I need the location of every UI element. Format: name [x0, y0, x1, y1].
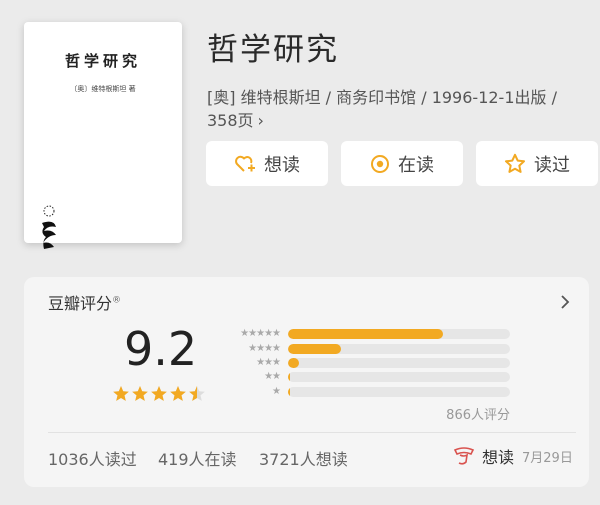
read-label: 读过 — [534, 154, 570, 176]
want-to-read-button[interactable]: 想读 — [206, 141, 328, 186]
breakdown-stars-3: ★★★ — [222, 357, 281, 369]
want-count[interactable]: 3721人想读 — [259, 446, 348, 470]
my-status-date: 7月29日 — [522, 450, 573, 466]
breakdown-stars-1: ★ — [222, 386, 281, 398]
breakdown-bar-2 — [288, 372, 510, 382]
cover-author: 〔奥〕维特根斯坦 著 — [70, 85, 136, 93]
publisher-logo-icon — [42, 205, 56, 249]
rating-stars — [112, 385, 206, 402]
reading-button[interactable]: 在读 — [341, 141, 463, 186]
reading-count[interactable]: 419人在读 — [158, 446, 237, 470]
star-icon — [113, 386, 129, 401]
cover-title: 哲学研究 — [64, 52, 141, 70]
small-star-icons: ★★ — [264, 371, 281, 382]
target-icon — [371, 154, 389, 173]
breakdown-bar-1 — [288, 387, 510, 397]
registered-mark: ® — [112, 295, 122, 306]
divider — [48, 432, 576, 433]
star-icon — [189, 386, 205, 401]
rating-score: 9.2 — [124, 322, 198, 376]
my-status-label: 想读 — [482, 448, 515, 467]
breakdown-stars-2: ★★ — [222, 371, 281, 383]
rating-heading-text: 豆瓣评分 — [48, 294, 113, 313]
book-title: 哲学研究 — [207, 32, 339, 68]
book-meta[interactable]: [奥] 维特根斯坦 / 商务印书馆 / 1996-12-1出版 / 358页 › — [207, 86, 587, 132]
small-star-icons: ★★★ — [256, 357, 281, 368]
heart-plus-icon — [235, 155, 255, 172]
reading-label: 在读 — [398, 154, 434, 176]
page-count: 358页 — [207, 111, 254, 130]
star-icon — [151, 386, 167, 401]
breakdown-bar-4 — [288, 344, 510, 354]
star-icon — [132, 386, 148, 401]
meta-line-2: 358页 › — [207, 109, 587, 132]
want-to-read-label: 想读 — [264, 154, 300, 176]
breakdown-bar-fill — [288, 358, 300, 368]
book-cover[interactable]: 哲学研究 〔奥〕维特根斯坦 著 — [24, 22, 182, 249]
small-star-icons: ★★★★ — [248, 343, 281, 354]
breakdown-stars-5: ★★★★★ — [222, 328, 281, 340]
stamp-icon — [453, 447, 475, 465]
breakdown-bar-3 — [288, 358, 510, 368]
my-status[interactable]: 想读 7月29日 — [452, 444, 573, 468]
breakdown-bar-fill — [288, 344, 342, 354]
breakdown-bar-5 — [288, 329, 510, 339]
chevron-right-icon[interactable] — [560, 294, 570, 310]
small-star-icons: ★★★★★ — [240, 328, 281, 339]
chevron-right-icon: › — [257, 111, 264, 130]
read-button[interactable]: 读过 — [476, 141, 598, 186]
star-icon — [170, 386, 186, 401]
breakdown-stars-4: ★★★★ — [222, 343, 281, 355]
star-outline-icon — [505, 153, 525, 173]
small-star-icons: ★ — [272, 386, 281, 397]
meta-line-1: [奥] 维特根斯坦 / 商务印书馆 / 1996-12-1出版 / — [207, 88, 557, 107]
read-count[interactable]: 1036人读过 — [48, 446, 137, 470]
rating-heading: 豆瓣评分® — [48, 290, 121, 314]
breakdown-bar-fill — [288, 329, 444, 339]
rating-count: 866人评分 — [446, 408, 510, 423]
